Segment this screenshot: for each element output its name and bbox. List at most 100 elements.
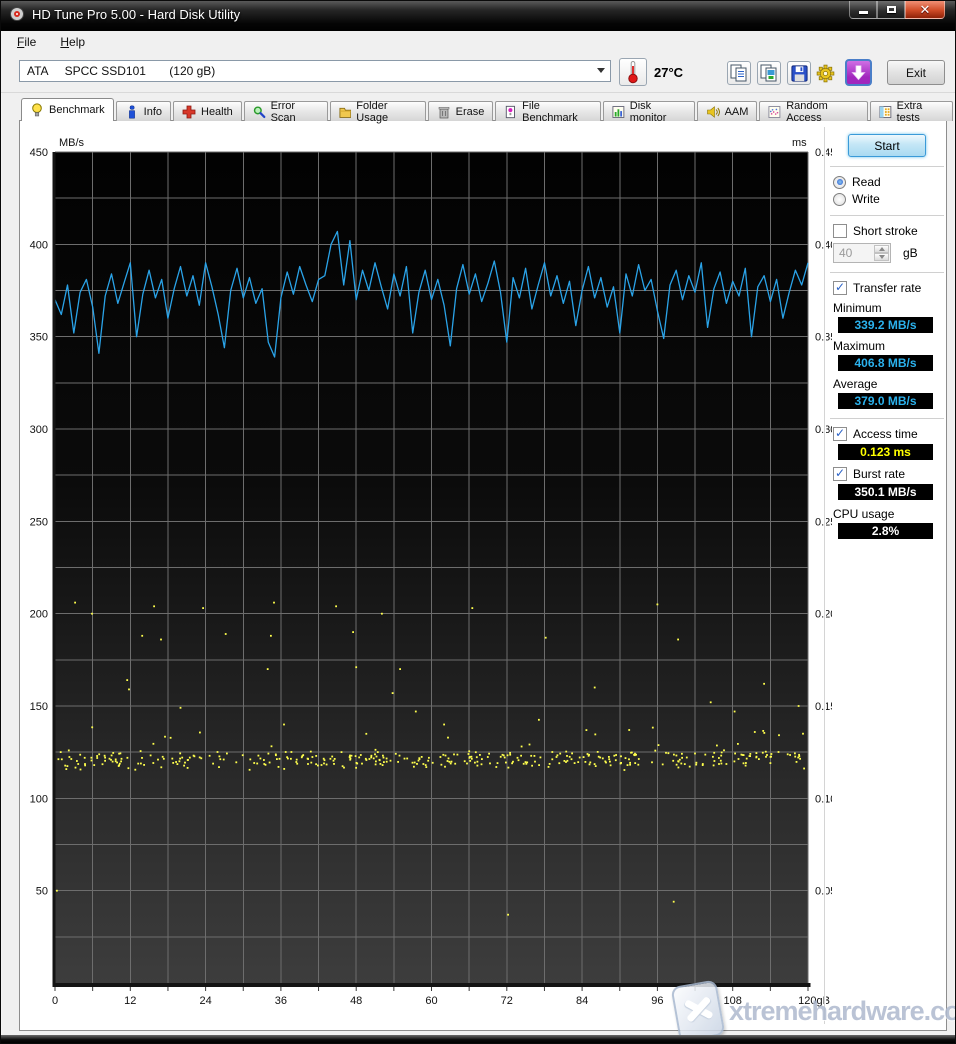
svg-text:0: 0 xyxy=(52,995,58,1007)
short-stroke-checkbox[interactable] xyxy=(833,224,847,238)
svg-text:50: 50 xyxy=(36,886,48,898)
short-stroke-size-row: 40 gB xyxy=(833,243,944,263)
svg-text:48: 48 xyxy=(350,995,362,1007)
transfer-rate-row[interactable]: Transfer rate xyxy=(833,281,944,295)
write-radio-row[interactable]: Write xyxy=(833,192,944,206)
menu-file[interactable]: File xyxy=(9,33,44,51)
svg-text:MB/s: MB/s xyxy=(59,137,85,149)
tab-erase[interactable]: Erase xyxy=(428,101,494,121)
svg-text:200: 200 xyxy=(30,609,48,621)
tab-label: File Benchmark xyxy=(522,100,592,124)
burst-rate-label: Burst rate xyxy=(853,467,905,481)
svg-text:108: 108 xyxy=(724,995,742,1007)
short-stroke-size-input[interactable]: 40 xyxy=(833,243,891,263)
tab-label: Disk monitor xyxy=(630,100,686,124)
spinner-up-button[interactable] xyxy=(874,245,889,253)
cpu-usage-value: 2.8% xyxy=(838,523,933,539)
cpu-usage-label: CPU usage xyxy=(833,507,944,521)
short-stroke-row[interactable]: Short stroke xyxy=(833,224,944,238)
transfer-rate-checkbox[interactable] xyxy=(833,281,847,295)
trash-icon xyxy=(437,105,451,119)
svg-text:150: 150 xyxy=(30,701,48,713)
access-time-row[interactable]: Access time xyxy=(833,427,944,441)
toolbar: ATA SPCC SSD101 (120 gB) 27°C xyxy=(1,53,955,93)
svg-text:12: 12 xyxy=(124,995,136,1007)
save-button[interactable] xyxy=(787,61,811,85)
tab-health[interactable]: Health xyxy=(173,101,242,121)
transfer-rate-label: Transfer rate xyxy=(853,281,921,295)
window-bottom-border xyxy=(1,1035,955,1043)
tab-extra-tests[interactable]: Extra tests xyxy=(870,101,953,121)
tab-aam[interactable]: AAM xyxy=(697,101,758,121)
scatter-icon xyxy=(768,105,781,119)
temperature-value: 27°C xyxy=(654,65,683,80)
tab-disk-monitor[interactable]: Disk monitor xyxy=(603,101,695,121)
save-icon xyxy=(790,64,809,83)
burst-rate-checkbox[interactable] xyxy=(833,467,847,481)
svg-text:36: 36 xyxy=(275,995,287,1007)
lightbulb-icon xyxy=(30,103,44,117)
app-icon xyxy=(9,6,25,22)
minimize-button[interactable] xyxy=(849,1,877,19)
copy-image-button[interactable] xyxy=(757,61,781,85)
close-button[interactable]: ✕ xyxy=(905,1,945,19)
write-label: Write xyxy=(852,192,880,206)
maximum-value: 406.8 MB/s xyxy=(838,355,933,371)
svg-text:ms: ms xyxy=(792,137,807,149)
svg-text:96: 96 xyxy=(651,995,663,1007)
svg-text:350: 350 xyxy=(30,332,48,344)
svg-text:100: 100 xyxy=(30,793,48,805)
tab-bar: Benchmark Info Health Error Scan xyxy=(21,98,955,121)
maximize-button[interactable] xyxy=(877,1,905,19)
tab-label: Info xyxy=(144,106,162,118)
tab-folder-usage[interactable]: Folder Usage xyxy=(330,101,426,121)
tab-label: Error Scan xyxy=(271,100,319,124)
short-stroke-unit: gB xyxy=(903,246,918,260)
short-stroke-size-value: 40 xyxy=(839,246,852,260)
tab-label: Extra tests xyxy=(897,100,944,124)
download-button[interactable] xyxy=(845,59,872,86)
average-value: 379.0 MB/s xyxy=(838,393,933,409)
write-radio[interactable] xyxy=(833,193,846,206)
svg-text:450: 450 xyxy=(30,147,48,159)
options-button[interactable] xyxy=(813,61,837,85)
read-radio-row[interactable]: Read xyxy=(833,175,944,189)
drive-selector[interactable]: ATA SPCC SSD101 (120 gB) xyxy=(19,60,611,82)
tab-file-benchmark[interactable]: File Benchmark xyxy=(495,101,601,121)
svg-text:24: 24 xyxy=(199,995,211,1007)
tab-label: Benchmark xyxy=(49,104,105,116)
file-benchmark-icon xyxy=(504,105,517,119)
tab-label: Folder Usage xyxy=(356,100,416,124)
maximum-label: Maximum xyxy=(833,339,944,353)
start-button[interactable]: Start xyxy=(848,134,926,157)
burst-rate-row[interactable]: Burst rate xyxy=(833,467,944,481)
temperature-button[interactable] xyxy=(619,58,647,86)
tab-label: Health xyxy=(201,106,233,118)
read-label: Read xyxy=(852,175,881,189)
close-icon: ✕ xyxy=(920,2,931,18)
divider xyxy=(830,166,944,168)
menu-help[interactable]: Help xyxy=(52,33,93,51)
read-radio[interactable] xyxy=(833,176,846,189)
svg-text:250: 250 xyxy=(30,516,48,528)
bar-chart-icon xyxy=(612,105,625,119)
panel-divider xyxy=(824,127,826,1024)
window-title: HD Tune Pro 5.00 - Hard Disk Utility xyxy=(32,7,240,22)
minimize-icon xyxy=(859,11,868,14)
extra-tests-icon xyxy=(879,105,892,119)
divider xyxy=(830,272,944,274)
options-gear-icon xyxy=(815,63,836,84)
download-arrow-icon xyxy=(850,64,867,81)
burst-rate-value: 350.1 MB/s xyxy=(838,484,933,500)
tab-error-scan[interactable]: Error Scan xyxy=(244,101,328,121)
tab-label: AAM xyxy=(725,106,749,118)
spinner-down-button[interactable] xyxy=(874,253,889,261)
tab-info[interactable]: Info xyxy=(116,101,171,121)
access-time-checkbox[interactable] xyxy=(833,427,847,441)
copy-text-button[interactable] xyxy=(727,61,751,85)
benchmark-chart: 501001502002503003504004500.050.100.150.… xyxy=(20,121,832,1011)
exit-button[interactable]: Exit xyxy=(887,60,945,85)
tab-benchmark[interactable]: Benchmark xyxy=(21,98,114,121)
tab-random-access[interactable]: Random Access xyxy=(759,101,867,121)
short-stroke-label: Short stroke xyxy=(853,224,918,238)
